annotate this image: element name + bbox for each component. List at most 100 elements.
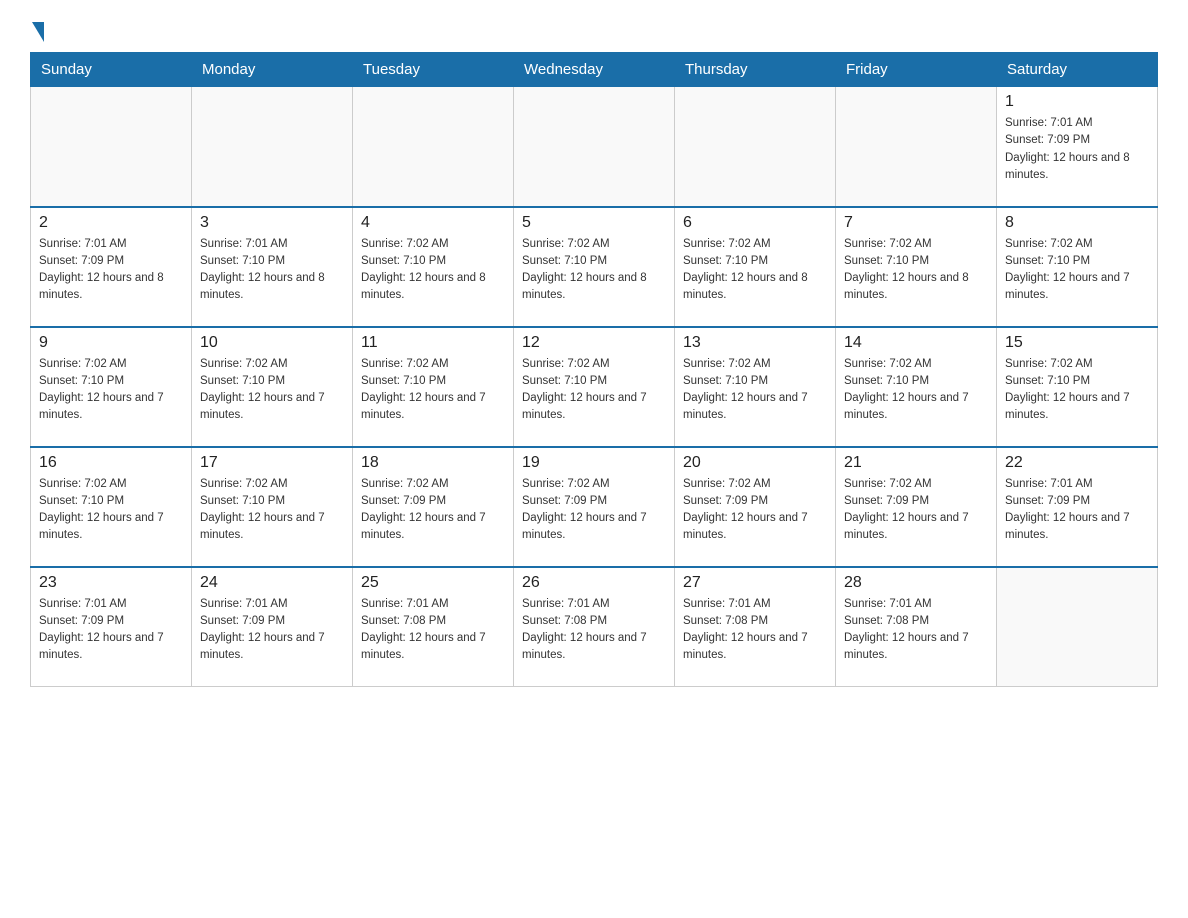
day-info: Sunrise: 7:01 AMSunset: 7:09 PMDaylight:… xyxy=(39,596,183,665)
day-info: Sunrise: 7:01 AMSunset: 7:10 PMDaylight:… xyxy=(200,236,344,305)
day-header-friday: Friday xyxy=(836,53,997,87)
day-number: 27 xyxy=(683,574,827,592)
day-header-sunday: Sunday xyxy=(31,53,192,87)
day-number: 1 xyxy=(1005,93,1149,111)
calendar-cell: 28 Sunrise: 7:01 AMSunset: 7:08 PMDayligh… xyxy=(836,567,997,687)
day-number: 16 xyxy=(39,454,183,472)
calendar-cell: 1 Sunrise: 7:01 AMSunset: 7:09 PMDaylight… xyxy=(997,87,1158,207)
day-info: Sunrise: 7:01 AMSunset: 7:09 PMDaylight:… xyxy=(1005,115,1149,184)
day-info: Sunrise: 7:02 AMSunset: 7:09 PMDaylight:… xyxy=(683,476,827,545)
calendar-header-row: SundayMondayTuesdayWednesdayThursdayFrid… xyxy=(31,53,1158,87)
day-header-monday: Monday xyxy=(192,53,353,87)
day-number: 10 xyxy=(200,334,344,352)
day-number: 25 xyxy=(361,574,505,592)
calendar-week-row: 16 Sunrise: 7:02 AMSunset: 7:10 PMDayligh… xyxy=(31,447,1158,567)
day-header-wednesday: Wednesday xyxy=(514,53,675,87)
day-number: 14 xyxy=(844,334,988,352)
day-header-tuesday: Tuesday xyxy=(353,53,514,87)
day-number: 9 xyxy=(39,334,183,352)
logo-arrow-icon xyxy=(32,22,44,42)
day-info: Sunrise: 7:01 AMSunset: 7:09 PMDaylight:… xyxy=(39,236,183,305)
calendar-cell: 11 Sunrise: 7:02 AMSunset: 7:10 PMDayligh… xyxy=(353,327,514,447)
calendar-cell: 26Sunrise: 7:01 AMSunset: 7:08 PMDayligh… xyxy=(514,567,675,687)
calendar-cell xyxy=(353,87,514,207)
calendar-cell: 24 Sunrise: 7:01 AMSunset: 7:09 PMDayligh… xyxy=(192,567,353,687)
calendar-cell: 5 Sunrise: 7:02 AMSunset: 7:10 PMDaylight… xyxy=(514,207,675,327)
day-number: 5 xyxy=(522,214,666,232)
day-number: 6 xyxy=(683,214,827,232)
calendar-cell: 7Sunrise: 7:02 AMSunset: 7:10 PMDaylight… xyxy=(836,207,997,327)
calendar-cell xyxy=(514,87,675,207)
calendar-cell: 22Sunrise: 7:01 AMSunset: 7:09 PMDayligh… xyxy=(997,447,1158,567)
day-number: 28 xyxy=(844,574,988,592)
day-number: 13 xyxy=(683,334,827,352)
day-number: 24 xyxy=(200,574,344,592)
day-info: Sunrise: 7:01 AMSunset: 7:08 PMDaylight:… xyxy=(361,596,505,665)
day-info: Sunrise: 7:01 AMSunset: 7:08 PMDaylight:… xyxy=(844,596,988,665)
calendar-cell: 2 Sunrise: 7:01 AMSunset: 7:09 PMDaylight… xyxy=(31,207,192,327)
day-info: Sunrise: 7:01 AMSunset: 7:09 PMDaylight:… xyxy=(200,596,344,665)
day-info: Sunrise: 7:02 AMSunset: 7:10 PMDaylight:… xyxy=(522,236,666,305)
calendar-cell: 8 Sunrise: 7:02 AMSunset: 7:10 PMDaylight… xyxy=(997,207,1158,327)
calendar-table: SundayMondayTuesdayWednesdayThursdayFrid… xyxy=(30,52,1158,687)
calendar-cell xyxy=(31,87,192,207)
calendar-cell: 23 Sunrise: 7:01 AMSunset: 7:09 PMDayligh… xyxy=(31,567,192,687)
day-number: 8 xyxy=(1005,214,1149,232)
day-number: 26 xyxy=(522,574,666,592)
calendar-cell: 15 Sunrise: 7:02 AMSunset: 7:10 PMDayligh… xyxy=(997,327,1158,447)
calendar-cell: 10 Sunrise: 7:02 AMSunset: 7:10 PMDayligh… xyxy=(192,327,353,447)
day-info: Sunrise: 7:02 AMSunset: 7:10 PMDaylight:… xyxy=(200,356,344,425)
day-header-saturday: Saturday xyxy=(997,53,1158,87)
day-info: Sunrise: 7:02 AMSunset: 7:10 PMDaylight:… xyxy=(844,356,988,425)
logo xyxy=(30,20,44,42)
calendar-cell: 18Sunrise: 7:02 AMSunset: 7:09 PMDayligh… xyxy=(353,447,514,567)
calendar-week-row: 23 Sunrise: 7:01 AMSunset: 7:09 PMDayligh… xyxy=(31,567,1158,687)
day-number: 20 xyxy=(683,454,827,472)
calendar-cell: 13 Sunrise: 7:02 AMSunset: 7:10 PMDayligh… xyxy=(675,327,836,447)
day-info: Sunrise: 7:01 AMSunset: 7:09 PMDaylight:… xyxy=(1005,476,1149,545)
day-info: Sunrise: 7:02 AMSunset: 7:09 PMDaylight:… xyxy=(361,476,505,545)
day-info: Sunrise: 7:02 AMSunset: 7:10 PMDaylight:… xyxy=(683,356,827,425)
day-number: 19 xyxy=(522,454,666,472)
day-number: 11 xyxy=(361,334,505,352)
calendar-cell: 20 Sunrise: 7:02 AMSunset: 7:09 PMDayligh… xyxy=(675,447,836,567)
calendar-cell xyxy=(836,87,997,207)
day-number: 23 xyxy=(39,574,183,592)
day-number: 15 xyxy=(1005,334,1149,352)
day-info: Sunrise: 7:02 AMSunset: 7:10 PMDaylight:… xyxy=(844,236,988,305)
calendar-cell: 12 Sunrise: 7:02 AMSunset: 7:10 PMDayligh… xyxy=(514,327,675,447)
calendar-cell xyxy=(192,87,353,207)
day-number: 3 xyxy=(200,214,344,232)
day-header-thursday: Thursday xyxy=(675,53,836,87)
calendar-cell: 16 Sunrise: 7:02 AMSunset: 7:10 PMDayligh… xyxy=(31,447,192,567)
day-info: Sunrise: 7:02 AMSunset: 7:10 PMDaylight:… xyxy=(39,356,183,425)
calendar-cell: 9 Sunrise: 7:02 AMSunset: 7:10 PMDaylight… xyxy=(31,327,192,447)
day-number: 12 xyxy=(522,334,666,352)
day-number: 17 xyxy=(200,454,344,472)
day-info: Sunrise: 7:02 AMSunset: 7:10 PMDaylight:… xyxy=(361,236,505,305)
day-info: Sunrise: 7:02 AMSunset: 7:10 PMDaylight:… xyxy=(39,476,183,545)
day-info: Sunrise: 7:02 AMSunset: 7:09 PMDaylight:… xyxy=(844,476,988,545)
day-info: Sunrise: 7:02 AMSunset: 7:10 PMDaylight:… xyxy=(1005,356,1149,425)
day-number: 21 xyxy=(844,454,988,472)
day-info: Sunrise: 7:01 AMSunset: 7:08 PMDaylight:… xyxy=(683,596,827,665)
day-info: Sunrise: 7:02 AMSunset: 7:09 PMDaylight:… xyxy=(522,476,666,545)
day-number: 2 xyxy=(39,214,183,232)
day-info: Sunrise: 7:02 AMSunset: 7:10 PMDaylight:… xyxy=(522,356,666,425)
day-info: Sunrise: 7:02 AMSunset: 7:10 PMDaylight:… xyxy=(361,356,505,425)
calendar-week-row: 2 Sunrise: 7:01 AMSunset: 7:09 PMDaylight… xyxy=(31,207,1158,327)
day-info: Sunrise: 7:02 AMSunset: 7:10 PMDaylight:… xyxy=(683,236,827,305)
calendar-cell: 19 Sunrise: 7:02 AMSunset: 7:09 PMDayligh… xyxy=(514,447,675,567)
day-number: 4 xyxy=(361,214,505,232)
calendar-week-row: 1 Sunrise: 7:01 AMSunset: 7:09 PMDaylight… xyxy=(31,87,1158,207)
calendar-cell xyxy=(997,567,1158,687)
day-info: Sunrise: 7:02 AMSunset: 7:10 PMDaylight:… xyxy=(200,476,344,545)
calendar-cell: 25 Sunrise: 7:01 AMSunset: 7:08 PMDayligh… xyxy=(353,567,514,687)
calendar-cell: 4 Sunrise: 7:02 AMSunset: 7:10 PMDaylight… xyxy=(353,207,514,327)
calendar-cell: 6 Sunrise: 7:02 AMSunset: 7:10 PMDaylight… xyxy=(675,207,836,327)
calendar-cell: 27 Sunrise: 7:01 AMSunset: 7:08 PMDayligh… xyxy=(675,567,836,687)
day-info: Sunrise: 7:02 AMSunset: 7:10 PMDaylight:… xyxy=(1005,236,1149,305)
calendar-week-row: 9 Sunrise: 7:02 AMSunset: 7:10 PMDaylight… xyxy=(31,327,1158,447)
calendar-cell: 14 Sunrise: 7:02 AMSunset: 7:10 PMDayligh… xyxy=(836,327,997,447)
calendar-cell: 17 Sunrise: 7:02 AMSunset: 7:10 PMDayligh… xyxy=(192,447,353,567)
